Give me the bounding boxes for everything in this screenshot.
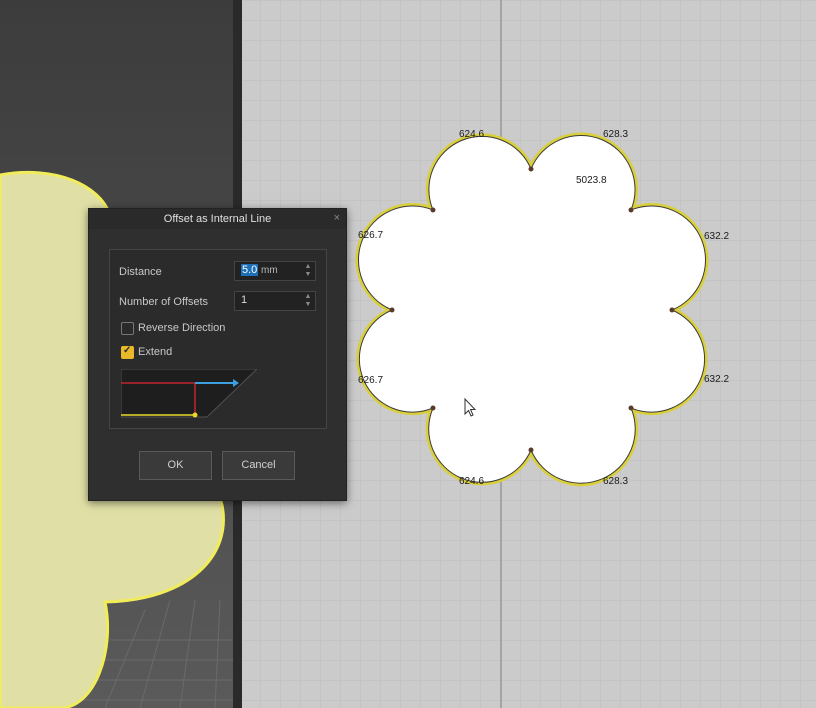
extend-label[interactable]: Extend — [138, 346, 172, 358]
distance-stepper[interactable]: ▲ ▼ — [303, 263, 313, 279]
number-of-offsets-input[interactable]: 1 ▲ ▼ — [234, 291, 316, 311]
edge-length-bottom-left: 624.6 — [459, 476, 484, 487]
edge-length-right-lower: 632.2 — [704, 374, 729, 385]
edge-length-left-upper: 626.7 — [358, 230, 383, 241]
dialog-options-panel: Distance 5.0 mm ▲ ▼ Number of Offsets 1 … — [109, 249, 327, 429]
distance-label: Distance — [119, 266, 162, 278]
ok-button[interactable]: OK — [139, 451, 212, 480]
edge-length-left-lower: 626.7 — [358, 375, 383, 386]
stepper-down-icon[interactable]: ▼ — [303, 271, 313, 279]
extend-checkbox[interactable] — [121, 345, 134, 359]
edge-length-bottom-right: 628.3 — [603, 476, 628, 487]
stepper-up-icon[interactable]: ▲ — [303, 263, 313, 271]
edge-length-right-upper: 632.2 — [704, 231, 729, 242]
stepper-down-icon[interactable]: ▼ — [303, 301, 313, 309]
edge-length-top-right: 628.3 — [603, 129, 628, 140]
close-icon[interactable]: × — [334, 212, 340, 224]
dialog-title[interactable]: Offset as Internal Line — [89, 209, 346, 229]
area-label: 5023.8 — [576, 175, 607, 186]
stepper-up-icon[interactable]: ▲ — [303, 293, 313, 301]
distance-unit: mm — [261, 265, 278, 276]
distance-input[interactable]: 5.0 mm ▲ ▼ — [234, 261, 316, 281]
reverse-direction-label[interactable]: Reverse Direction — [138, 322, 225, 334]
reverse-direction-checkbox[interactable] — [121, 322, 134, 335]
offset-internal-line-dialog: Offset as Internal Line × Distance 5.0 m… — [88, 208, 347, 501]
offsets-stepper[interactable]: ▲ ▼ — [303, 293, 313, 309]
cancel-button[interactable]: Cancel — [222, 451, 295, 480]
distance-value[interactable]: 5.0 — [241, 264, 259, 276]
edge-length-top-left: 624.6 — [459, 129, 484, 140]
number-of-offsets-value[interactable]: 1 — [241, 294, 247, 306]
extend-preview-diagram — [121, 369, 257, 418]
number-of-offsets-label: Number of Offsets — [119, 296, 209, 308]
